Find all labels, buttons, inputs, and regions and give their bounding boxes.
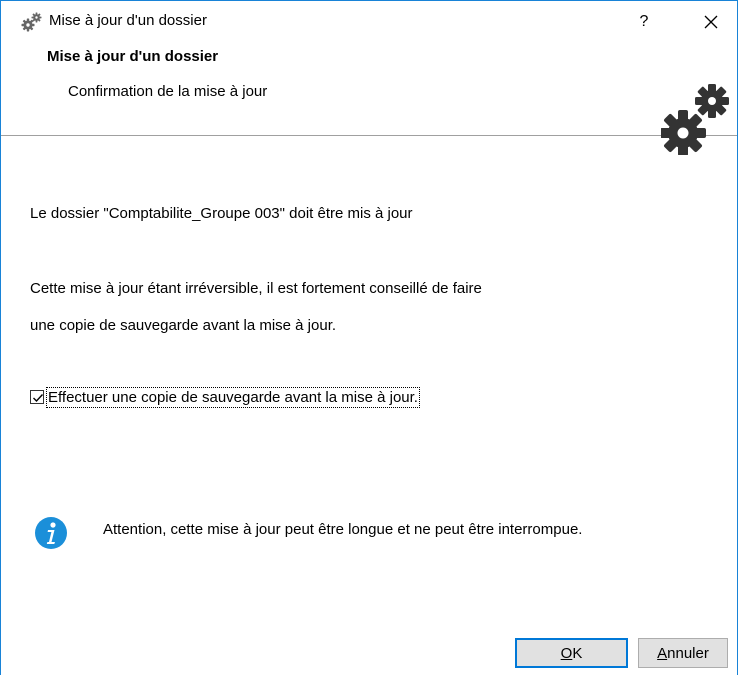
checkmark-icon <box>33 394 44 403</box>
gears-icon <box>21 12 42 32</box>
ok-accel: O <box>560 645 573 662</box>
folder-message: Le dossier "Comptabilite_Groupe 003" doi… <box>30 205 413 222</box>
info-message: Attention, cette mise à jour peut être l… <box>103 521 583 538</box>
ok-label: K <box>572 645 583 662</box>
warning-line-1: Cette mise à jour étant irréversible, il… <box>30 280 482 297</box>
ok-button[interactable]: OK <box>515 638 628 668</box>
close-button[interactable] <box>694 7 728 37</box>
backup-checkbox-row[interactable]: Effectuer une copie de sauvegarde avant … <box>30 386 420 408</box>
gears-icon <box>660 81 731 156</box>
cancel-button[interactable]: Annuler <box>638 638 728 668</box>
info-icon <box>34 516 68 550</box>
backup-checkbox-label[interactable]: Effectuer une copie de sauvegarde avant … <box>46 386 420 408</box>
cancel-accel: A <box>657 645 668 662</box>
warning-line-2: une copie de sauvegarde avant la mise à … <box>30 317 337 334</box>
window-title: Mise à jour d'un dossier <box>49 12 207 29</box>
close-icon <box>704 15 718 29</box>
cancel-label: nnuler <box>667 645 709 662</box>
help-button[interactable]: ? <box>629 9 659 35</box>
header-title: Mise à jour d'un dossier <box>47 48 219 65</box>
dialog-window: Mise à jour d'un dossier ? Mise à jour d… <box>0 0 738 675</box>
title-bar: Mise à jour d'un dossier ? <box>1 1 737 41</box>
backup-checkbox[interactable] <box>30 390 44 404</box>
header-subtitle: Confirmation de la mise à jour <box>68 83 268 100</box>
